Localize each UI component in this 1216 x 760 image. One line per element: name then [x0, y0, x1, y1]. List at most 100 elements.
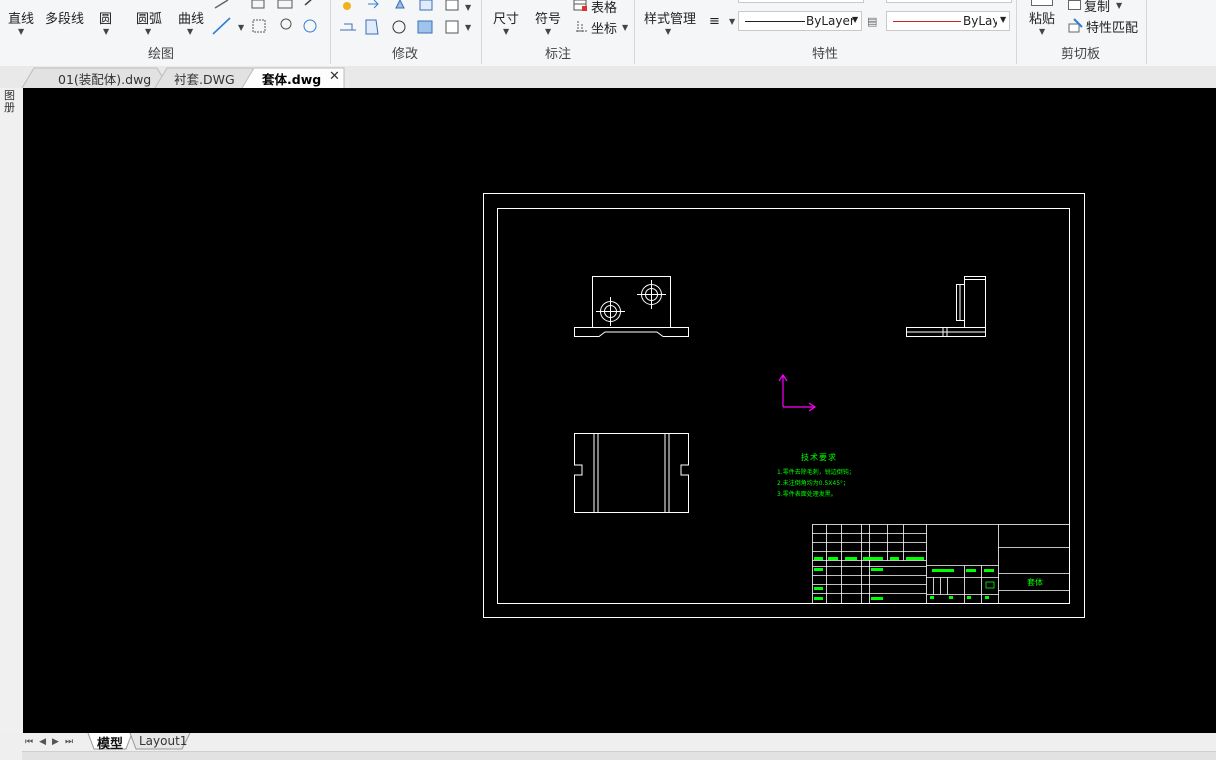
offset-icon: [419, 0, 433, 11]
match-properties-button[interactable]: 特性匹配: [1086, 17, 1138, 36]
left-tool-strip: 图 册: [0, 66, 22, 759]
tab-model[interactable]: 模型: [97, 733, 123, 752]
color-select[interactable]: ByLayer ▼: [886, 11, 1010, 31]
line-button[interactable]: 直线: [8, 8, 34, 27]
circle-label: 圆: [99, 12, 113, 27]
coordinate-icon: [576, 21, 588, 33]
chevron-down-icon: ▼: [1000, 15, 1007, 24]
style-manager-label: 样式管理: [644, 12, 697, 27]
table-button[interactable]: 表格: [591, 0, 617, 16]
symbol-dropdown-icon[interactable]: ▼: [545, 27, 551, 36]
draw-panel-label: 绘图: [148, 47, 175, 62]
tab-model-label: 模型: [97, 737, 124, 752]
copy-icon: [1068, 0, 1081, 10]
explode-dropdown-icon[interactable]: ▼: [465, 23, 471, 32]
layout-nav-icons[interactable]: ⏮◀▶⏭: [25, 737, 79, 747]
drawing-canvas[interactable]: 技术要求 1.零件去除毛刺，锐边倒钝； 2.未注倒角均为0.5X45°； 3.零…: [23, 88, 1216, 733]
symbol-button[interactable]: 符号: [535, 8, 561, 27]
line-dropdown-icon[interactable]: ▼: [18, 27, 24, 36]
color-value: ByLayer: [963, 14, 997, 28]
tab-assembly[interactable]: 01(装配体).dwg: [58, 69, 151, 88]
circle-button[interactable]: 圆: [99, 8, 112, 27]
rect-icon: [251, 0, 265, 9]
linetype-value: ByLayer: [806, 14, 855, 28]
layout-tab-bar: ⏮◀▶⏭ 模型 Layout1: [0, 733, 1216, 760]
ucs-icon: [778, 373, 817, 412]
tab-bushing[interactable]: 衬套.DWG: [174, 69, 235, 88]
drawing-list-label[interactable]: 图 册: [4, 90, 16, 114]
hatch-icon: [252, 19, 266, 33]
separator: [1016, 0, 1017, 64]
symbol-label: 符号: [535, 12, 562, 27]
paste-dropdown-icon[interactable]: ▼: [1039, 27, 1045, 36]
coordinate-button[interactable]: 坐标: [591, 18, 617, 37]
chevron-down-icon: ▼: [852, 15, 859, 24]
curve-label: 曲线: [178, 12, 205, 27]
arc-button[interactable]: 圆弧: [136, 8, 162, 27]
scale-icon: [365, 19, 379, 35]
curve-dropdown-icon[interactable]: ▼: [187, 27, 193, 36]
trim-icon: [417, 20, 433, 34]
layer-icon: ▤: [867, 15, 878, 28]
drawing-svg[interactable]: [23, 88, 1216, 733]
modify-tools[interactable]: [338, 0, 478, 40]
linetype-select[interactable]: ByLayer ▼: [738, 11, 862, 31]
curve-button[interactable]: 曲线: [178, 8, 204, 27]
dimension-dropdown-icon[interactable]: ▼: [503, 27, 509, 36]
style-manager-dropdown-icon[interactable]: ▼: [665, 27, 671, 36]
array-icon: [445, 0, 459, 11]
lineweight-dropdown-icon[interactable]: ▼: [729, 17, 735, 26]
tab-label: 01(装配体).dwg: [58, 72, 152, 87]
tech-requirements-title: 技术要求: [801, 453, 837, 462]
copy-button[interactable]: 复制: [1084, 0, 1110, 15]
separator: [330, 0, 331, 64]
point-icon: [304, 0, 312, 6]
copy-dropdown-icon[interactable]: ▼: [1116, 1, 1122, 10]
rotate-icon: [392, 20, 406, 34]
dimension-button[interactable]: 尺寸: [493, 8, 519, 27]
color-preview: [893, 21, 961, 22]
ribbon: 直线 ▼ 多段线 圆 ▼ 圆弧 ▼ 曲线 ▼ ▼ 绘图 ▼ ▼ 修改 尺寸 ▼ …: [0, 0, 1216, 67]
tab-layout1[interactable]: Layout1: [139, 734, 187, 748]
separator: [1146, 0, 1147, 64]
document-tab-bar: 01(装配体).dwg 衬套.DWG 套体.dwg ✕: [0, 66, 1216, 88]
tab-label: 套体.dwg: [262, 72, 322, 87]
coordinate-dropdown-icon[interactable]: ▼: [622, 23, 628, 32]
sheet-outer-border: [483, 193, 1085, 618]
top-view: [574, 433, 689, 513]
prop-select-top: [738, 0, 864, 3]
lineweight-icon[interactable]: ≡: [709, 14, 720, 29]
match-properties-icon: [1068, 18, 1083, 33]
title-block: [812, 524, 1070, 604]
table-icon: [573, 0, 587, 11]
array-dropdown-icon[interactable]: ▼: [465, 3, 471, 12]
tab-sleeve-active[interactable]: 套体.dwg: [262, 69, 321, 88]
wipeout-icon: [303, 19, 317, 33]
arc-dropdown-icon[interactable]: ▼: [145, 27, 151, 36]
circle-dropdown-icon[interactable]: ▼: [103, 27, 109, 36]
style-manager-button[interactable]: 样式管理: [644, 8, 696, 27]
tech-line: 1.零件去除毛刺，锐边倒钝；: [777, 469, 855, 476]
prop-select-top: [886, 0, 1012, 3]
paste-label: 粘贴: [1029, 12, 1056, 27]
draw-small-tools[interactable]: [210, 0, 325, 40]
close-icon[interactable]: ✕: [329, 69, 340, 84]
tech-line: 3.零件表面处理发黑。: [777, 491, 837, 498]
ray-icon: [214, 0, 229, 9]
paste-button[interactable]: 粘贴: [1029, 8, 1055, 27]
clipboard-panel-label: 剪切板: [1061, 47, 1101, 62]
front-view: [574, 276, 689, 337]
move-icon: [343, 2, 351, 10]
copy-icon: [368, 0, 379, 9]
paste-icon: [1031, 0, 1053, 6]
xline-dropdown-icon[interactable]: ▼: [238, 23, 244, 32]
tech-requirements-list: 1.零件去除毛刺，锐边倒钝； 2.未注倒角均为0.5X45°； 3.零件表面处理…: [777, 467, 855, 500]
block-icon: [277, 0, 293, 9]
dimension-label: 尺寸: [493, 12, 520, 27]
polyline-button[interactable]: 多段线: [45, 8, 84, 27]
xline-icon: [212, 17, 231, 35]
tab-layout1-label: Layout1: [139, 734, 188, 748]
mirror-icon: [395, 0, 405, 9]
line-label: 直线: [8, 12, 35, 27]
match-properties-label: 特性匹配: [1086, 21, 1139, 36]
